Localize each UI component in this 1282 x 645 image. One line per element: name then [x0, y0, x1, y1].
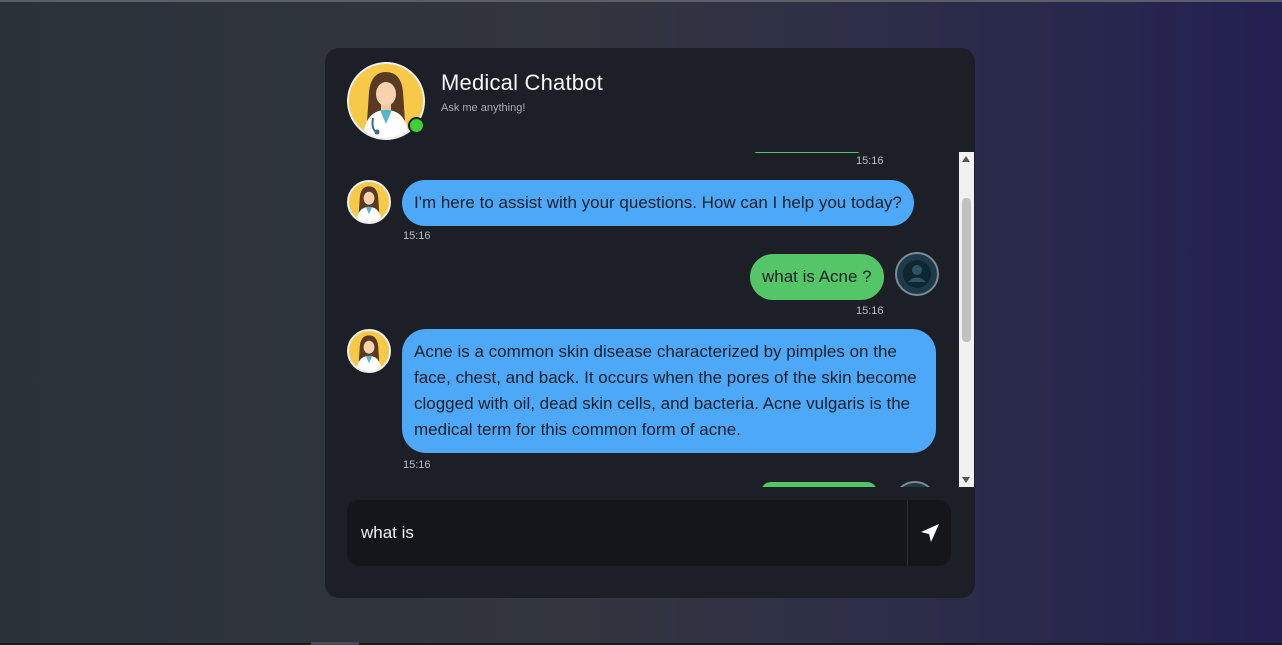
send-icon	[920, 524, 939, 542]
chat-scrollbar[interactable]	[959, 152, 974, 487]
user-avatar-icon	[894, 252, 939, 296]
message-list[interactable]: 15:16 I'm here to assist with your quest…	[347, 152, 959, 487]
bot-bubble: I'm here to assist with your questions. …	[402, 180, 914, 226]
scrollbar-thumb[interactable]	[962, 198, 971, 342]
message-time: 15:16	[403, 230, 431, 242]
message-time: 15:16	[856, 305, 884, 317]
message-composer	[347, 500, 951, 566]
chat-header: Medical Chatbot Ask me anything!	[347, 62, 603, 140]
message-time: 15:16	[403, 459, 431, 471]
user-bubble: what is Acne ?	[750, 254, 884, 300]
scroll-down-arrow-icon[interactable]	[962, 477, 970, 483]
user-message: what is Acne ?	[750, 252, 939, 300]
user-bubble-partial	[761, 482, 877, 487]
window-top-border	[0, 0, 1282, 2]
scroll-up-arrow-icon[interactable]	[962, 156, 970, 162]
user-bubble-partial	[753, 152, 861, 153]
message-input[interactable]	[347, 500, 907, 566]
bot-bubble: Acne is a common skin disease characteri…	[402, 329, 936, 453]
message-time: 15:16	[856, 155, 884, 167]
send-button[interactable]	[907, 500, 951, 566]
chat-title: Medical Chatbot	[441, 70, 603, 95]
chat-subtitle: Ask me anything!	[441, 102, 526, 114]
chat-window: Medical Chatbot Ask me anything! 15:16 I…	[325, 48, 975, 598]
doctor-avatar-icon	[347, 62, 425, 140]
doctor-avatar-icon	[347, 329, 391, 373]
bot-message: Acne is a common skin disease characteri…	[347, 329, 936, 453]
user-avatar-icon	[893, 481, 937, 487]
online-status-indicator	[408, 117, 425, 134]
doctor-avatar-icon	[347, 180, 391, 224]
bot-message: I'm here to assist with your questions. …	[347, 180, 914, 226]
